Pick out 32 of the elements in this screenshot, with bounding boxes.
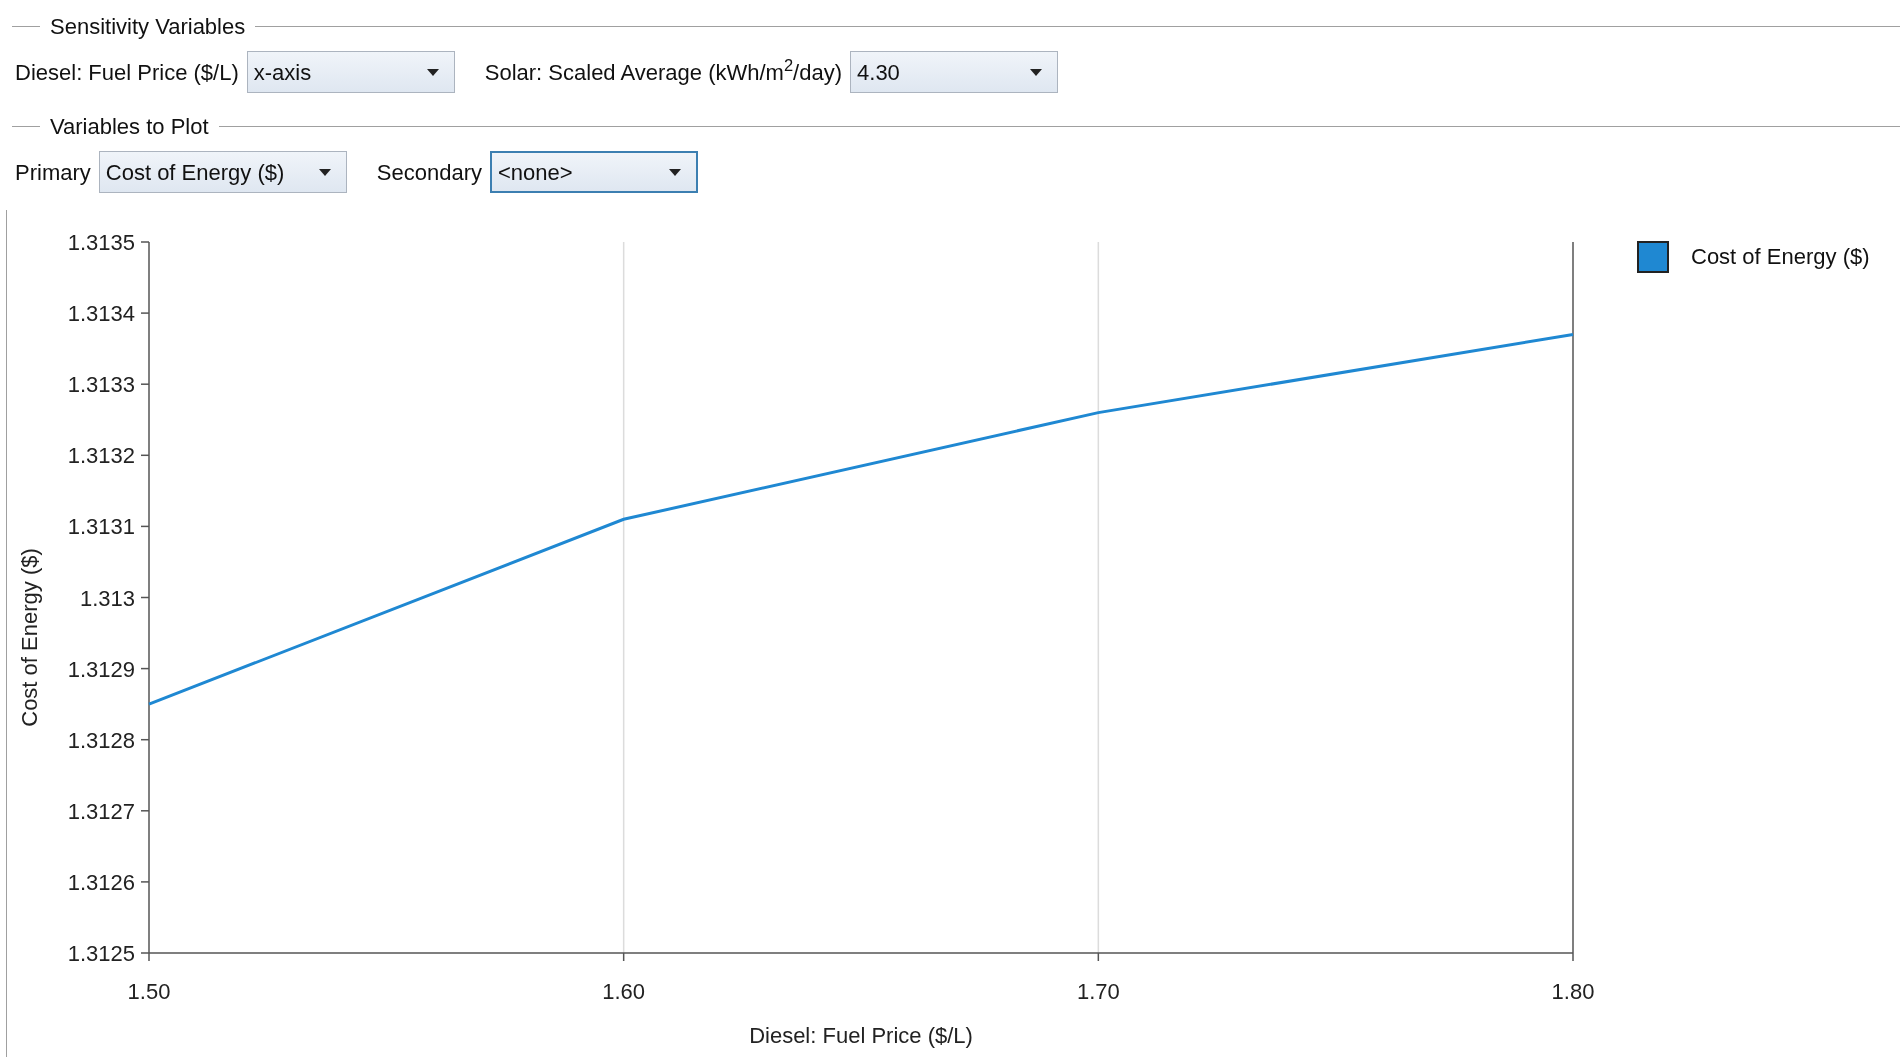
axis-tick-label: 1.3131 [67, 514, 135, 540]
field-label: Solar: Scaled Average (kWh/m$^{2}$/day) [484, 55, 843, 87]
dropdown[interactable]: <none> [489, 151, 698, 193]
axis-tick-label: 1.50 [127, 979, 171, 1004]
dropdown[interactable]: Cost of Energy ($) [98, 151, 347, 193]
caret-icon [425, 67, 440, 77]
axis-tick-label: 1.3135 [67, 230, 135, 255]
x-axis-title: Diesel: Fuel Price ($/L) [749, 1023, 973, 1048]
axis-tick-label: 1.3128 [67, 727, 135, 753]
group-title: Sensitivity Variables [49, 12, 247, 41]
axis-tick-label: 1.3132 [67, 443, 135, 469]
dropdown[interactable]: x-axis [246, 51, 455, 93]
caret-icon [1029, 67, 1044, 77]
group-title: Variables to Plot [49, 112, 210, 141]
axis-tick-label: 1.3127 [67, 798, 135, 824]
axis-tick-label: 1.70 [1076, 979, 1120, 1004]
axis-tick-label: 1.3134 [67, 301, 135, 327]
axis-tick-label: 1.3126 [67, 869, 135, 895]
axis-tick-label: 1.60 [602, 979, 646, 1004]
field-label: Diesel: Fuel Price ($/L) [15, 58, 239, 87]
y-axis-title: Cost of Energy ($) [17, 548, 42, 727]
axis-tick-label: 1.313 [79, 585, 135, 611]
axis-tick-label: 1.3133 [67, 372, 135, 398]
field-label: Secondary [376, 158, 482, 187]
caret-icon [317, 167, 332, 177]
legend-label: Cost of Energy ($) [1691, 243, 1870, 271]
axis-tick-label: 1.3125 [67, 941, 135, 966]
caret-icon [667, 167, 682, 177]
dropdown[interactable]: 4.30 [850, 51, 1059, 93]
field-label: Primary [15, 158, 91, 187]
axis-tick-label: 1.80 [1551, 979, 1595, 1004]
axis-tick-label: 1.3129 [67, 656, 135, 682]
